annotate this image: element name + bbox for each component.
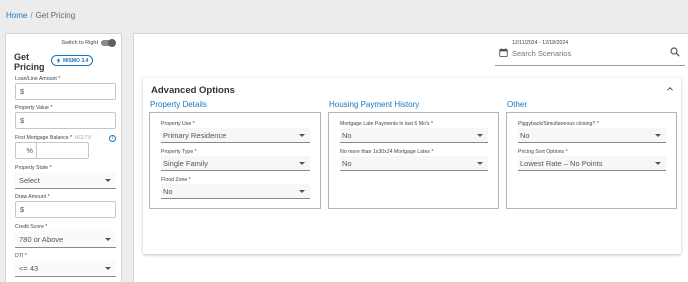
property-details-box: Property Use * Primary Residence Propert…: [149, 112, 321, 209]
loan-amount-field: Loan/Line Amount * $: [15, 76, 116, 100]
mortgage-lates-value: No: [342, 158, 352, 168]
mismo-button[interactable]: MISMO 3.4: [51, 55, 94, 66]
property-use-select[interactable]: Primary Residence: [161, 128, 310, 143]
flood-zone-field: Flood Zone * No: [161, 177, 310, 199]
draw-amount-input[interactable]: $: [15, 201, 116, 218]
search-icon[interactable]: [670, 47, 680, 57]
mortgage-lates-label: No more than 1x30x24 Mortgage Lates *: [340, 149, 434, 155]
breadcrumb-home-link[interactable]: Home: [6, 11, 27, 20]
piggyback-value: No: [520, 130, 530, 140]
hcltv-label: HCLTV: [74, 135, 92, 141]
property-state-select[interactable]: Select: [15, 172, 116, 189]
late-payments-field: Mortgage Late Payments in last 6 Mo's * …: [340, 121, 488, 143]
credit-score-label: Credit Score *: [15, 224, 48, 230]
piggyback-field: Piggyback/Simultaneous closing? * No: [518, 121, 666, 143]
property-value-field: Property Value * $: [15, 105, 116, 129]
main-panel: 12/11/2024 - 12/18/2024 Advanced Options…: [133, 33, 688, 282]
first-mortgage-field: First Mortgage Balance * HCLTV i $ %: [15, 135, 116, 159]
date-range: 12/11/2024 - 12/18/2024: [512, 40, 569, 46]
late-payments-label: Mortgage Late Payments in last 6 Mo's *: [340, 121, 433, 127]
breadcrumb-separator: /: [30, 11, 33, 20]
draw-amount-field: Draw Amount * $: [15, 194, 116, 218]
property-use-field: Property Use * Primary Residence: [161, 121, 310, 143]
switch-to-right[interactable]: Switch to Right: [61, 38, 116, 47]
mortgage-lates-select[interactable]: No: [340, 156, 488, 171]
property-use-value: Primary Residence: [163, 130, 227, 140]
pricing-sort-value: Lowest Rate – No Points: [520, 158, 603, 168]
property-value-label: Property Value *: [15, 105, 53, 111]
credit-score-select[interactable]: 780 or Above: [15, 231, 116, 248]
late-payments-select[interactable]: No: [340, 128, 488, 143]
search-scenarios: 12/11/2024 - 12/18/2024: [495, 40, 685, 66]
piggyback-label: Piggyback/Simultaneous closing? *: [518, 121, 599, 127]
pricing-form-panel: Switch to Right Get Pricing MISMO 3.4 Lo…: [5, 33, 122, 282]
first-mortgage-inputs: $ %: [15, 142, 116, 159]
property-type-label: Property Type *: [161, 149, 197, 155]
chevron-down-icon: [105, 178, 111, 182]
advanced-options-title: Advanced Options: [151, 85, 235, 96]
chevron-down-icon: [105, 266, 111, 270]
credit-score-field: Credit Score * 780 or Above: [15, 224, 116, 248]
pricing-sort-label: Pricing Sort Options *: [518, 149, 568, 155]
page-title: Get Pricing: [14, 52, 45, 72]
flood-zone-value: No: [163, 186, 173, 196]
property-type-select[interactable]: Single Family: [161, 156, 310, 171]
chevron-up-icon[interactable]: [667, 86, 673, 92]
upload-icon: [56, 58, 61, 63]
pricing-sort-select[interactable]: Lowest Rate – No Points: [518, 156, 666, 171]
calendar-icon[interactable]: [499, 48, 508, 57]
first-mortgage-label-row: First Mortgage Balance * HCLTV i: [15, 135, 116, 142]
property-state-field: Property State * Select: [15, 165, 116, 189]
chevron-down-icon: [655, 133, 661, 137]
dti-value: <= 43: [19, 263, 39, 273]
property-details-title: Property Details: [150, 100, 207, 109]
other-title: Other: [507, 100, 528, 109]
dti-field: DTI * <= 43: [15, 253, 116, 277]
housing-history-title: Housing Payment History: [329, 100, 420, 109]
chevron-down-icon: [299, 133, 305, 137]
property-type-field: Property Type * Single Family: [161, 149, 310, 171]
flood-zone-label: Flood Zone *: [161, 177, 191, 183]
chevron-down-icon: [655, 161, 661, 165]
chevron-down-icon: [299, 161, 305, 165]
mortgage-lates-field: No more than 1x30x24 Mortgage Lates * No: [340, 149, 488, 171]
property-state-label: Property State *: [15, 165, 52, 171]
hcltv-percent-input[interactable]: %: [15, 142, 37, 159]
mismo-label: MISMO 3.4: [63, 57, 89, 64]
loan-amount-input[interactable]: $: [15, 83, 116, 100]
breadcrumb-current: Get Pricing: [35, 11, 76, 20]
property-use-label: Property Use *: [161, 121, 195, 127]
housing-history-box: Mortgage Late Payments in last 6 Mo's * …: [328, 112, 499, 209]
search-input[interactable]: [512, 49, 652, 58]
property-type-value: Single Family: [163, 158, 209, 168]
chevron-down-icon: [477, 133, 483, 137]
credit-score-value: 780 or Above: [19, 234, 64, 244]
flood-zone-select[interactable]: No: [161, 184, 310, 199]
advanced-options-card: Advanced Options Property Details Proper…: [143, 78, 681, 254]
property-state-value: Select: [19, 175, 40, 185]
info-icon[interactable]: i: [109, 135, 116, 142]
pricing-sort-field: Pricing Sort Options * Lowest Rate – No …: [518, 149, 666, 171]
loan-amount-label: Loan/Line Amount *: [15, 76, 61, 82]
draw-amount-label: Draw Amount *: [15, 194, 50, 200]
dti-label: DTI *: [15, 253, 27, 259]
property-value-input[interactable]: $: [15, 112, 116, 129]
breadcrumb: Home / Get Pricing: [6, 11, 75, 20]
first-mortgage-label: First Mortgage Balance *: [15, 135, 73, 141]
dti-select[interactable]: <= 43: [15, 260, 116, 277]
piggyback-select[interactable]: No: [518, 128, 666, 143]
chevron-down-icon: [105, 237, 111, 241]
late-payments-value: No: [342, 130, 352, 140]
chevron-down-icon: [299, 189, 305, 193]
switch-toggle[interactable]: [101, 38, 116, 47]
other-box: Piggyback/Simultaneous closing? * No Pri…: [506, 112, 677, 209]
chevron-down-icon: [477, 161, 483, 165]
switch-label: Switch to Right: [61, 40, 98, 46]
